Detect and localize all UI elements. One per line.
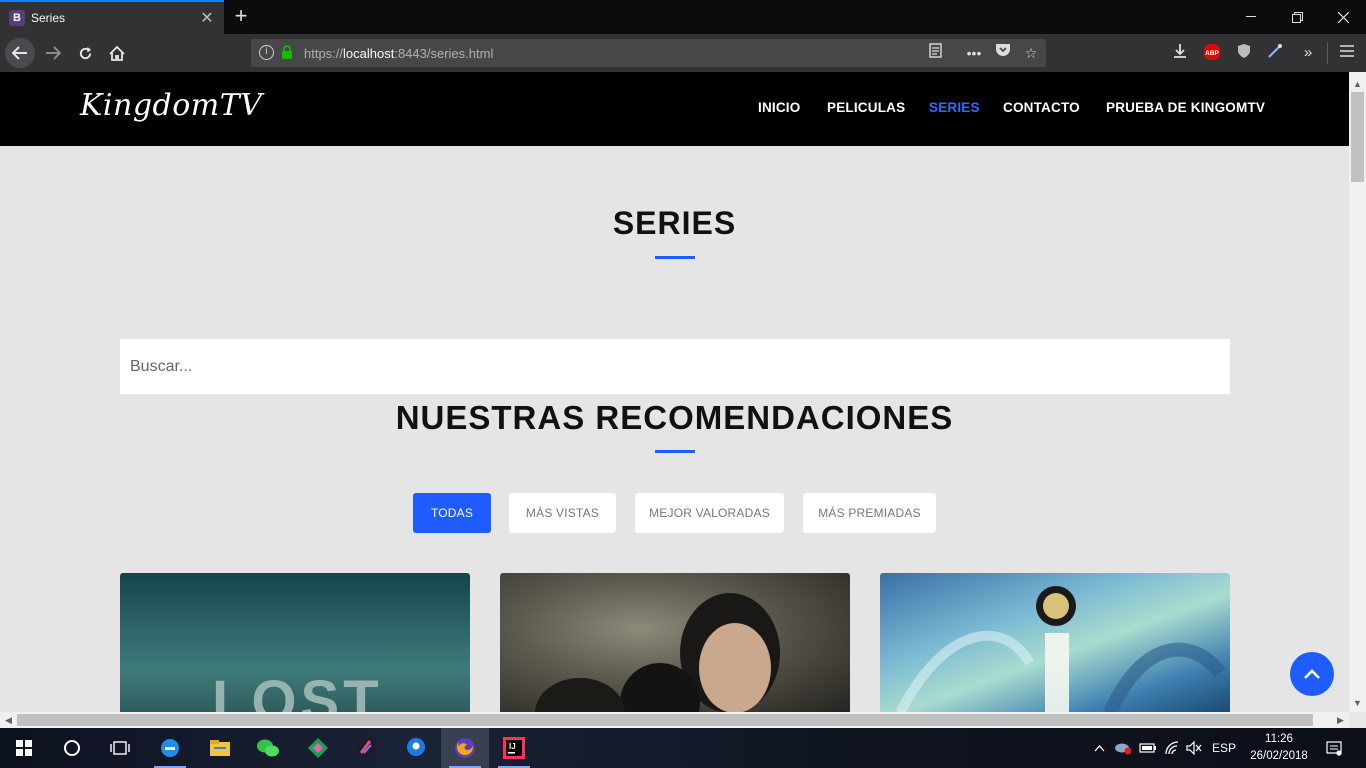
scroll-left-arrow-icon[interactable]: ◀ xyxy=(0,712,17,728)
intellij-icon: IJ xyxy=(503,737,525,759)
url-scheme: https:// xyxy=(304,46,344,61)
downloads-icon[interactable] xyxy=(1169,43,1191,63)
tab-title: Series xyxy=(31,11,66,25)
lost-poster-title: LOST xyxy=(212,669,383,712)
nav-link-prueba[interactable]: PRUEBA DE KINGOMTV xyxy=(1106,100,1265,115)
task-view-icon xyxy=(110,741,130,755)
gitkraken-icon xyxy=(308,738,328,758)
taskbar-edge[interactable] xyxy=(146,728,194,768)
scroll-down-arrow-icon[interactable]: ▼ xyxy=(1349,695,1366,711)
browser-tab[interactable]: B Series ✕ xyxy=(0,0,224,34)
url-host: localhost xyxy=(343,46,395,61)
info-icon[interactable]: i xyxy=(259,45,274,60)
taskbar-maps[interactable] xyxy=(392,728,440,768)
color-picker-icon[interactable] xyxy=(1264,43,1286,63)
shield-icon[interactable] xyxy=(1233,43,1255,63)
scroll-up-arrow-icon[interactable]: ▲ xyxy=(1349,76,1366,92)
task-view-button[interactable] xyxy=(96,728,144,768)
clock-time: 11:26 xyxy=(1265,733,1293,745)
chevron-up-icon xyxy=(1304,669,1320,679)
lock-icon xyxy=(282,45,292,59)
page-actions-icon[interactable]: ••• xyxy=(964,43,984,63)
back-button[interactable] xyxy=(5,38,35,68)
windows-logo-icon xyxy=(16,740,32,756)
search-input[interactable] xyxy=(120,339,1230,394)
start-button[interactable] xyxy=(0,728,48,768)
minimize-window-button[interactable] xyxy=(1228,0,1274,34)
edge-icon xyxy=(161,739,179,757)
address-bar[interactable]: i https://localhost:8443/series.html •••… xyxy=(251,39,1046,67)
title-underline xyxy=(655,256,695,259)
new-tab-button[interactable]: + xyxy=(228,4,254,30)
close-window-button[interactable] xyxy=(1320,0,1366,34)
taskbar-app-ms[interactable] xyxy=(342,728,390,768)
anime-poster-image xyxy=(895,586,1226,712)
menu-hamburger-icon[interactable] xyxy=(1336,43,1358,63)
wechat-icon xyxy=(257,739,279,757)
reload-button[interactable] xyxy=(70,38,100,68)
recommendations-title: NUESTRAS RECOMENDACIONES xyxy=(395,399,954,436)
reader-view-icon[interactable] xyxy=(925,43,945,63)
horizontal-scroll-thumb[interactable] xyxy=(17,714,1313,726)
input-language-indicator[interactable]: ESP xyxy=(1208,728,1240,768)
nav-link-contacto[interactable]: CONTACTO xyxy=(1003,100,1080,115)
series-card-anime[interactable] xyxy=(880,573,1230,712)
visual-studio-icon xyxy=(356,738,376,758)
toolbar-divider xyxy=(1327,42,1328,64)
adblock-plus-icon[interactable]: ABP xyxy=(1201,43,1223,63)
taskbar-wechat[interactable] xyxy=(244,728,292,768)
cloud-sync-error-icon[interactable] xyxy=(1112,728,1134,768)
url-text: https://localhost:8443/series.html xyxy=(304,46,493,61)
bootstrap-favicon-icon: B xyxy=(9,10,25,26)
series-card-lost[interactable]: LOST xyxy=(120,573,470,712)
action-center-icon[interactable] xyxy=(1320,728,1348,768)
overflow-chevron-icon[interactable]: » xyxy=(1297,43,1319,63)
nav-link-series[interactable]: SERIES xyxy=(929,100,980,115)
vertical-scroll-thumb[interactable] xyxy=(1351,92,1364,182)
windows-taskbar: IJ ESP 11:26 26/02/2018 xyxy=(0,728,1366,768)
site-logo[interactable]: KingdomTV xyxy=(80,88,262,123)
browser-tab-bar: B Series ✕ + xyxy=(0,0,1366,34)
battery-icon[interactable] xyxy=(1137,728,1159,768)
nav-link-peliculas[interactable]: PELICULAS xyxy=(827,100,905,115)
adblock-badge: ABP xyxy=(1205,50,1219,57)
scroll-right-arrow-icon[interactable]: ▶ xyxy=(1332,712,1349,728)
page-content: KingdomTV INICIO PELICULAS SERIES CONTAC… xyxy=(0,72,1349,712)
svg-text:IJ: IJ xyxy=(509,742,516,751)
taskbar-intellij[interactable]: IJ xyxy=(490,728,538,768)
home-button[interactable] xyxy=(102,38,132,68)
filter-button-todas[interactable]: TODAS xyxy=(413,493,491,533)
volume-muted-icon[interactable] xyxy=(1183,728,1205,768)
scroll-to-top-button[interactable] xyxy=(1290,652,1334,696)
pocket-icon[interactable] xyxy=(993,43,1013,63)
filter-button-mas-premiadas[interactable]: MÁS PREMIADAS xyxy=(803,493,936,533)
url-path: :8443/series.html xyxy=(394,46,494,61)
restore-window-button[interactable] xyxy=(1274,0,1320,34)
taskbar-gitkraken[interactable] xyxy=(294,728,342,768)
forward-button[interactable] xyxy=(38,38,68,68)
maps-pin-icon xyxy=(407,738,425,756)
recommendations-underline xyxy=(655,450,695,453)
scrollbar-corner xyxy=(1349,712,1366,728)
browser-toolbar: i https://localhost:8443/series.html •••… xyxy=(0,34,1366,72)
firefox-icon xyxy=(455,738,475,758)
wifi-icon[interactable] xyxy=(1161,728,1183,768)
filter-button-mas-vistas[interactable]: MÁS VISTAS xyxy=(509,493,616,533)
drama-poster-image xyxy=(535,593,780,712)
folder-icon xyxy=(210,740,230,756)
tray-overflow-chevron-icon[interactable] xyxy=(1090,728,1108,768)
site-header: KingdomTV INICIO PELICULAS SERIES CONTAC… xyxy=(0,72,1349,146)
series-card-drama[interactable] xyxy=(500,573,850,712)
taskbar-firefox[interactable] xyxy=(441,728,489,768)
close-tab-icon[interactable]: ✕ xyxy=(196,8,218,28)
nav-link-inicio[interactable]: INICIO xyxy=(758,100,800,115)
bookmark-star-icon[interactable]: ☆ xyxy=(1021,43,1041,63)
page-title: SERIES xyxy=(612,205,737,241)
taskbar-file-explorer[interactable] xyxy=(196,728,244,768)
cortana-circle-icon xyxy=(64,740,80,756)
cortana-button[interactable] xyxy=(48,728,96,768)
filter-button-mejor-valoradas[interactable]: MEJOR VALORADAS xyxy=(635,493,784,533)
clock-date: 26/02/2018 xyxy=(1250,750,1308,762)
system-clock[interactable]: 11:26 26/02/2018 xyxy=(1240,731,1318,765)
